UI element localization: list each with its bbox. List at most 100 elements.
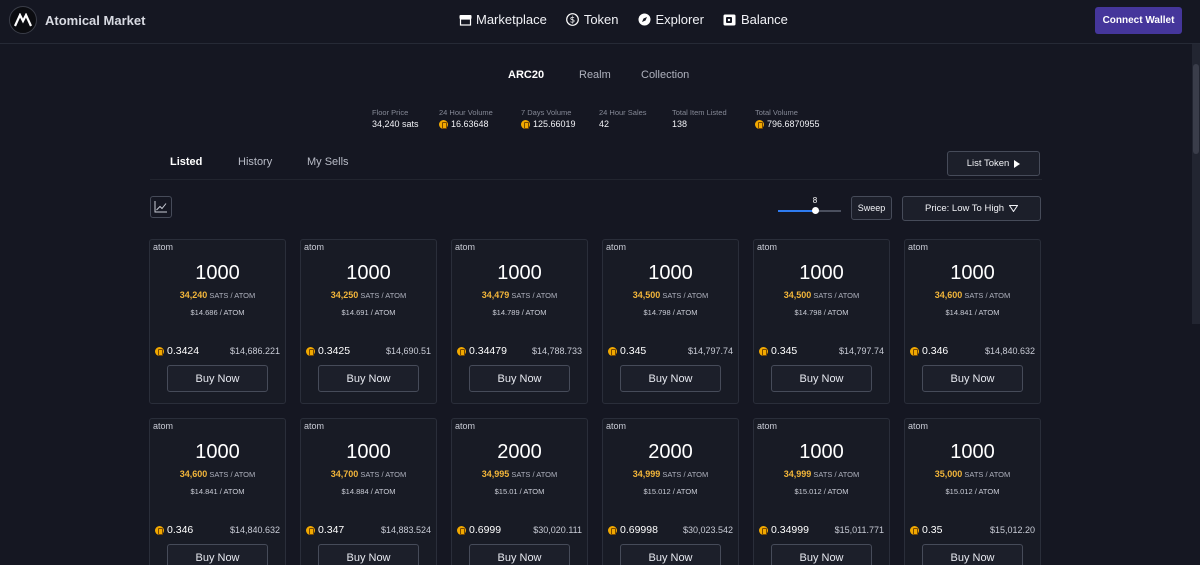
- sats-value: 34,240: [179, 290, 208, 300]
- usd-per-value: $14.884: [341, 487, 369, 496]
- sweep-count-slider[interactable]: 8: [778, 196, 841, 216]
- listing-card[interactable]: atom 1000 34,250 SATS / ATOM $14.691 / A…: [300, 239, 437, 404]
- buy-now-button[interactable]: Buy Now: [469, 544, 570, 565]
- nav-token[interactable]: $ Token: [566, 12, 619, 27]
- nav-explorer[interactable]: Explorer: [638, 12, 704, 27]
- buy-now-button[interactable]: Buy Now: [922, 544, 1023, 565]
- sweep-button[interactable]: Sweep: [851, 196, 892, 220]
- sort-dropdown[interactable]: Price: Low To High: [902, 196, 1041, 221]
- buy-now-button[interactable]: Buy Now: [620, 365, 721, 392]
- tab-history[interactable]: History: [238, 156, 272, 168]
- slider-handle[interactable]: [812, 207, 820, 214]
- stat-label: 24 Hour Sales: [599, 108, 647, 117]
- price-per-atom-sats: 34,700 SATS / ATOM: [301, 469, 436, 479]
- stat-value: 796.6870955: [755, 119, 820, 129]
- stat-value-text: 16.63648: [451, 119, 489, 129]
- total-price-btc: 0.35: [910, 524, 942, 536]
- buy-now-button[interactable]: Buy Now: [771, 365, 872, 392]
- total-price-usd: $14,840.632: [984, 346, 1035, 356]
- list-token-button[interactable]: List Token: [947, 151, 1040, 176]
- token-amount: 2000: [497, 441, 542, 463]
- total-price-btc: 0.3424: [155, 345, 199, 357]
- token-ticker: atom: [304, 242, 325, 252]
- buy-now-button[interactable]: Buy Now: [922, 365, 1023, 392]
- tab-collection[interactable]: Collection: [641, 69, 689, 81]
- buy-now-button[interactable]: Buy Now: [318, 544, 419, 565]
- listing-card[interactable]: atom 1000 34,999 SATS / ATOM $15.012 / A…: [753, 418, 890, 565]
- btc-value: 0.3424: [167, 345, 200, 357]
- price-per-atom-sats: 34,240 SATS / ATOM: [150, 290, 285, 300]
- btc-coin-icon: [521, 119, 530, 129]
- nav-marketplace[interactable]: Marketplace: [458, 12, 547, 27]
- tab-listed[interactable]: Listed: [170, 156, 202, 168]
- token-amount: 1000: [346, 262, 391, 284]
- buy-now-button[interactable]: Buy Now: [318, 365, 419, 392]
- listing-card[interactable]: atom 1000 34,600 SATS / ATOM $14.841 / A…: [149, 418, 286, 565]
- token-ticker: atom: [908, 242, 929, 252]
- sats-value: 34,700: [330, 469, 359, 479]
- dollar-coin-icon: $: [566, 13, 580, 27]
- token-ticker: atom: [606, 242, 627, 252]
- usd-per-value: $15.012: [945, 487, 973, 496]
- listing-card[interactable]: atom 2000 34,995 SATS / ATOM $15.01 / AT…: [451, 418, 588, 565]
- sats-unit: SATS / ATOM: [209, 470, 256, 479]
- price-per-atom-usd: $14.686 / ATOM: [150, 308, 285, 317]
- buy-now-button[interactable]: Buy Now: [620, 544, 721, 565]
- stat-value-text: 125.66019: [533, 119, 576, 129]
- btc-coin-icon: [457, 525, 466, 535]
- btc-coin-icon: [306, 346, 315, 356]
- token-amount: 1000: [648, 262, 693, 284]
- token-ticker: atom: [304, 421, 325, 431]
- usd-per-value: $14.798: [643, 308, 671, 317]
- brand[interactable]: Atomical Market: [9, 6, 145, 34]
- stat-7d-volume: 7 Days Volume 125.66019: [521, 108, 576, 129]
- total-price-btc: 0.346: [155, 524, 193, 536]
- scrollbar[interactable]: [1192, 44, 1200, 324]
- sats-value: 34,995: [481, 469, 510, 479]
- token-ticker: atom: [757, 242, 778, 252]
- listing-card[interactable]: atom 1000 34,700 SATS / ATOM $14.884 / A…: [300, 418, 437, 565]
- token-amount: 1000: [799, 262, 844, 284]
- total-price-usd: $14,797.74: [838, 346, 884, 356]
- token-amount: 2000: [648, 441, 693, 463]
- token-ticker: atom: [757, 421, 778, 431]
- total-price-btc: 0.34479: [457, 345, 507, 357]
- chart-toggle-button[interactable]: [150, 196, 172, 218]
- tab-arc20[interactable]: ARC20: [508, 69, 544, 81]
- connect-wallet-button[interactable]: Connect Wallet: [1095, 7, 1182, 34]
- listing-card[interactable]: atom 1000 34,240 SATS / ATOM $14.686 / A…: [149, 239, 286, 404]
- total-price-row: 0.3424 $14,686.221: [155, 345, 280, 357]
- price-per-atom-usd: $14.884 / ATOM: [301, 487, 436, 496]
- scrollbar-thumb[interactable]: [1193, 64, 1199, 154]
- btc-coin-icon: [439, 119, 448, 129]
- total-price-row: 0.345 $14,797.74: [608, 345, 733, 357]
- usd-unit: / ATOM: [370, 487, 396, 496]
- listing-card[interactable]: atom 2000 34,999 SATS / ATOM $15.012 / A…: [602, 418, 739, 565]
- stat-value-text: 138: [672, 119, 688, 129]
- stat-24h-volume: 24 Hour Volume 16.63648: [439, 108, 493, 129]
- tab-my-sells[interactable]: My Sells: [307, 156, 349, 168]
- listing-card[interactable]: atom 1000 34,500 SATS / ATOM $14.798 / A…: [602, 239, 739, 404]
- price-per-atom-sats: 34,500 SATS / ATOM: [603, 290, 738, 300]
- usd-unit: / ATOM: [370, 308, 396, 317]
- btc-value: 0.346: [922, 345, 949, 357]
- wallet-icon: [723, 13, 737, 27]
- listing-card[interactable]: atom 1000 34,600 SATS / ATOM $14.841 / A…: [904, 239, 1041, 404]
- main-nav: Marketplace $ Token Explorer Balance: [458, 12, 807, 27]
- buy-now-button[interactable]: Buy Now: [469, 365, 570, 392]
- listing-card[interactable]: atom 1000 35,000 SATS / ATOM $15.012 / A…: [904, 418, 1041, 565]
- buy-now-button[interactable]: Buy Now: [167, 544, 268, 565]
- btc-coin-icon: [910, 346, 919, 356]
- buy-now-button[interactable]: Buy Now: [167, 365, 268, 392]
- total-price-usd: $14,690.51: [385, 346, 431, 356]
- stat-label: 24 Hour Volume: [439, 108, 493, 117]
- listing-card[interactable]: atom 1000 34,500 SATS / ATOM $14.798 / A…: [753, 239, 890, 404]
- tab-realm[interactable]: Realm: [579, 69, 611, 81]
- buy-now-button[interactable]: Buy Now: [771, 544, 872, 565]
- listing-card[interactable]: atom 1000 34,479 SATS / ATOM $14.789 / A…: [451, 239, 588, 404]
- sweep-count-value: 8: [812, 196, 818, 205]
- btc-value: 0.69998: [620, 524, 658, 536]
- stat-value: 138: [672, 119, 727, 129]
- nav-balance[interactable]: Balance: [723, 12, 788, 27]
- token-amount: 1000: [195, 441, 240, 463]
